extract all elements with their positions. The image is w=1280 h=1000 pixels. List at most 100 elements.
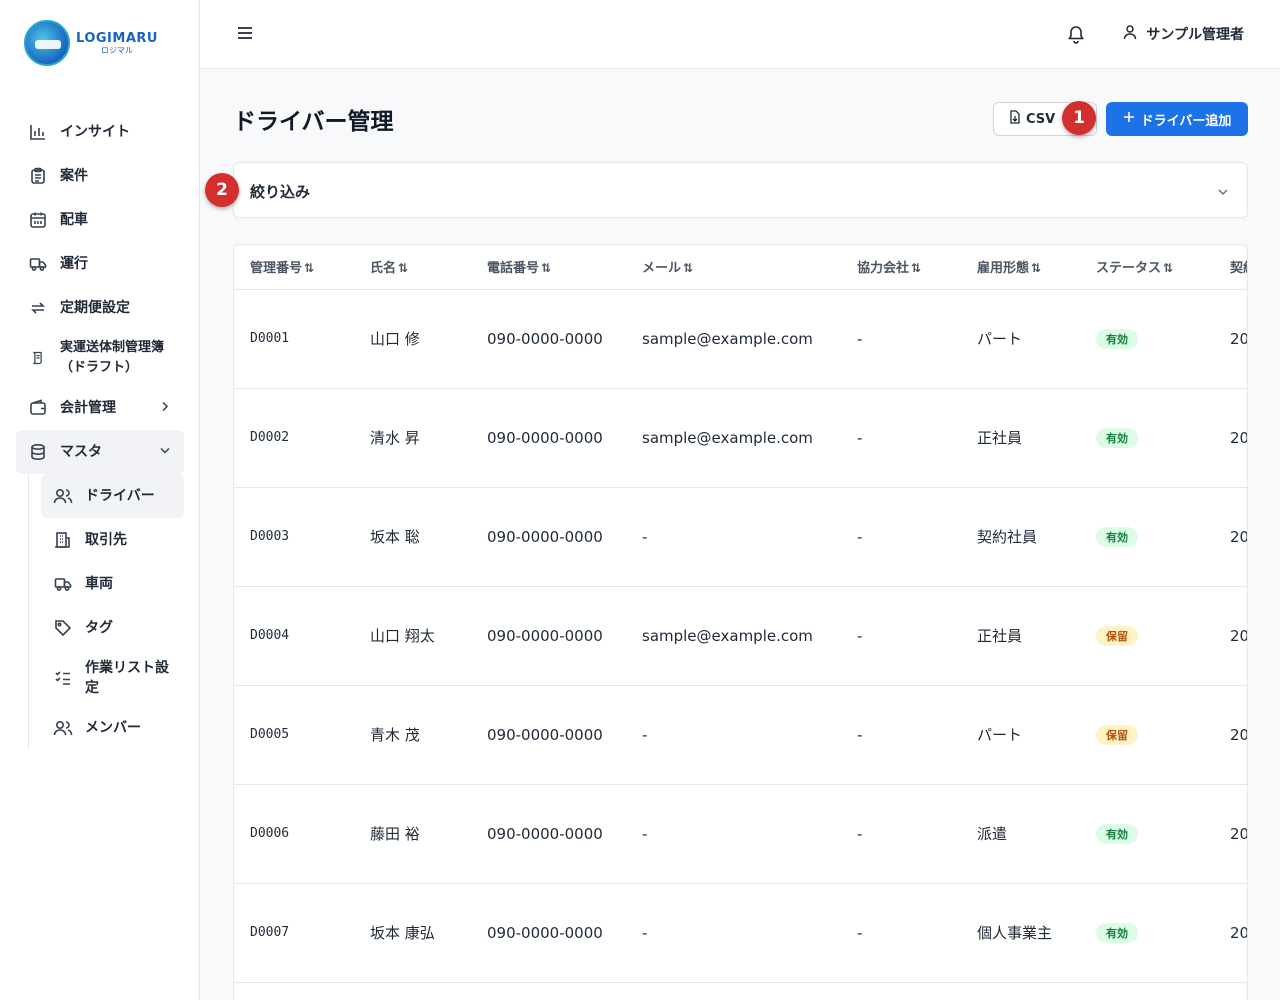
table-row[interactable]: D0004 山口 翔太 090-0000-0000 sample@example.co… [234, 586, 1247, 686]
sort-icon: ⇅ [304, 261, 315, 276]
cell-status: 保留 [1080, 685, 1214, 785]
sidebar-item-label: ドライバー [85, 488, 155, 504]
table-row[interactable]: D0005 青木 茂 090-0000-0000- - パート 保留 20 [234, 685, 1247, 785]
cell-id: D0001 [234, 289, 354, 389]
cell-name: 坂本 聡 [354, 487, 471, 587]
cell-email: - [626, 883, 841, 983]
cell-phone: 090-0000-0000 [471, 784, 626, 884]
cell-id: D0002 [234, 388, 354, 488]
chevron-down-icon [160, 445, 170, 460]
repeat-icon [28, 298, 48, 318]
status-badge: 有効 [1096, 922, 1138, 943]
tag-icon [53, 618, 73, 638]
cell-phone: 090-0000-0000 [471, 883, 626, 983]
logo-subtext: ロジマル [100, 45, 133, 55]
table-row[interactable]: D0002 清水 昇 090-0000-0000 sample@example.com… [234, 388, 1247, 488]
cell-phone: 090-0000-0000 [471, 685, 626, 785]
sidebar-item-label: マスタ [60, 444, 102, 460]
calendar-icon [28, 210, 48, 230]
sort-icon: ⇅ [683, 261, 694, 276]
table-row[interactable]: D0007 坂本 康弘 090-0000-0000- - 個人事業主 有効 20 [234, 883, 1247, 983]
cell-id: D0007 [234, 883, 354, 983]
sidebar-item-tags[interactable]: タグ [41, 606, 184, 650]
sidebar-item-worklist[interactable]: 作業リスト設定 [41, 650, 184, 706]
drivers-table: 管理番号 ⇅ 氏名 ⇅ 電話番号 ⇅ メール ⇅ 協力会社 ⇅ 雇用形態 ⇅ ステータス ⇅ … [233, 244, 1248, 1000]
sidebar: LOGIMARU ロジマル インサイト 案件 配車 運行 定期便設定 実運送体制… [0, 0, 200, 1000]
file-export-icon [1008, 110, 1022, 128]
status-badge: 有効 [1096, 526, 1138, 547]
column-header-email[interactable]: メール ⇅ [626, 245, 841, 290]
clipboard-icon [28, 166, 48, 186]
table-row[interactable]: D0003 坂本 聡 090-0000-0000- - 契約社員 有効 20 [234, 487, 1247, 587]
sidebar-item-accounting[interactable]: 会計管理 [16, 386, 184, 430]
column-header-id[interactable]: 管理番号 ⇅ [234, 245, 354, 290]
sidebar-item-label: 会計管理 [60, 400, 116, 416]
top-bar: サンプル管理者 [200, 0, 1280, 69]
add-driver-label: ドライバー追加 [1140, 113, 1232, 129]
sidebar-item-insight[interactable]: インサイト [16, 110, 184, 154]
cell-employment: 正社員 [961, 586, 1080, 686]
sidebar-item-clients[interactable]: 取引先 [41, 518, 184, 562]
user-name: サンプル管理者 [1146, 27, 1244, 43]
sidebar-item-label: 取引先 [85, 532, 127, 548]
users-icon [53, 486, 73, 506]
cell-status: 有効 [1080, 784, 1214, 884]
sort-icon: ⇅ [541, 261, 552, 276]
logo[interactable]: LOGIMARU ロジマル [24, 20, 158, 66]
cell-id: D0006 [234, 784, 354, 884]
sidebar-nav: インサイト 案件 配車 運行 定期便設定 実運送体制管理簿（ドラフト） 会計管理… [16, 110, 184, 750]
sidebar-item-recurring[interactable]: 定期便設定 [16, 286, 184, 330]
table-row[interactable]: D0001 山口 修 090-0000-0000 sample@example.com… [234, 289, 1247, 389]
status-badge: 有効 [1096, 823, 1138, 844]
column-header-contract[interactable]: 契約 [1214, 245, 1247, 290]
cell-email: sample@example.com [626, 388, 841, 488]
cell-contract: 20 [1214, 784, 1247, 884]
cell-name: 坂本 康弘 [354, 883, 471, 983]
hamburger-menu-icon[interactable] [236, 24, 256, 44]
sidebar-item-projects[interactable]: 案件 [16, 154, 184, 198]
cell-contract: 20 [1214, 685, 1247, 785]
logo-text: LOGIMARU [76, 30, 158, 46]
sidebar-item-ledger[interactable]: 実運送体制管理簿（ドラフト） [16, 330, 184, 386]
filter-panel[interactable]: 絞り込み [233, 162, 1248, 218]
chevron-down-icon [1217, 183, 1229, 202]
annotation-marker-2: 2 [205, 173, 239, 207]
cell-employment: 派遣 [961, 784, 1080, 884]
sidebar-item-operation[interactable]: 運行 [16, 242, 184, 286]
truck-icon [28, 254, 48, 274]
cell-employment: パート [961, 685, 1080, 785]
sort-icon: ⇅ [1031, 261, 1042, 276]
column-header-phone[interactable]: 電話番号 ⇅ [471, 245, 626, 290]
cell-employment: 正社員 [961, 388, 1080, 488]
cell-partner: - [841, 784, 961, 884]
sort-icon: ⇅ [911, 261, 922, 276]
notification-bell-icon[interactable] [1066, 24, 1086, 44]
cell-email: sample@example.com [626, 586, 841, 686]
cell-partner: - [841, 388, 961, 488]
cell-partner: - [841, 289, 961, 389]
column-header-name[interactable]: 氏名 ⇅ [354, 245, 471, 290]
sidebar-item-master[interactable]: マスタ [16, 430, 184, 474]
cell-email: sample@example.com [626, 289, 841, 389]
table-row[interactable]: D0006 藤田 裕 090-0000-0000- - 派遣 有効 20 [234, 784, 1247, 884]
page-title: ドライバー管理 [233, 109, 394, 135]
cell-status: 有効 [1080, 388, 1214, 488]
truck-icon [53, 574, 73, 594]
checklist-icon [53, 668, 73, 688]
plus-icon [1123, 111, 1135, 127]
user-menu[interactable]: サンプル管理者 [1122, 24, 1244, 44]
sidebar-item-dispatch[interactable]: 配車 [16, 198, 184, 242]
sidebar-item-drivers[interactable]: ドライバー [41, 474, 184, 518]
column-header-status[interactable]: ステータス ⇅ [1080, 245, 1214, 290]
column-header-employment[interactable]: 雇用形態 ⇅ [961, 245, 1080, 290]
sidebar-item-label: 定期便設定 [60, 300, 130, 316]
cell-contract: 20 [1214, 487, 1247, 587]
annotation-marker-1: 1 [1062, 101, 1096, 135]
sidebar-item-label: 実運送体制管理簿（ドラフト） [60, 340, 165, 375]
add-driver-button[interactable]: ドライバー追加 [1106, 102, 1248, 136]
cell-email: - [626, 487, 841, 587]
sidebar-item-vehicles[interactable]: 車両 [41, 562, 184, 606]
master-submenu: ドライバー 取引先 車両 タグ 作業リスト設定 メンバー [28, 474, 184, 750]
sidebar-item-members[interactable]: メンバー [41, 706, 184, 750]
column-header-partner[interactable]: 協力会社 ⇅ [841, 245, 961, 290]
